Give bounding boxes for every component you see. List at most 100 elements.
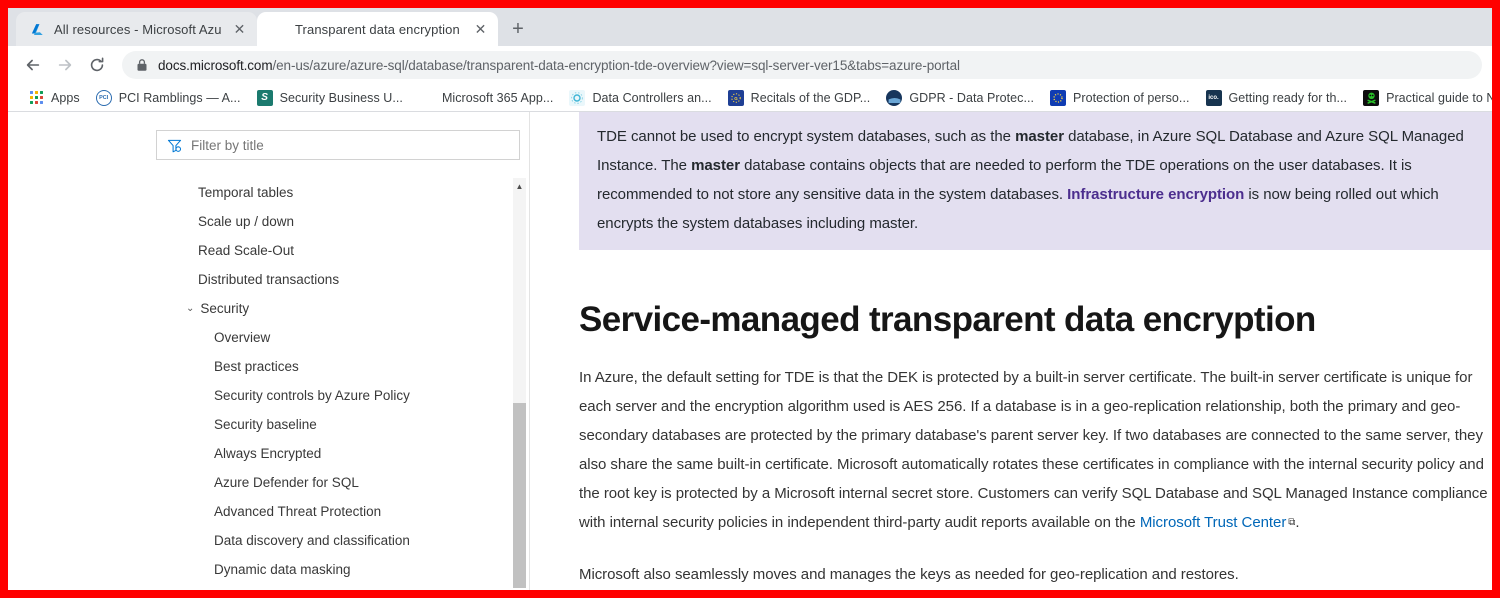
- browser-tab-tde-docs[interactable]: Transparent data encryption - Az ✕: [257, 12, 498, 46]
- filter-icon: [167, 138, 182, 153]
- toc-label: Data discovery and classification: [214, 533, 410, 548]
- article-content: TDE cannot be used to encrypt system dat…: [530, 112, 1492, 590]
- address-bar[interactable]: docs.microsoft.com/en-us/azure/azure-sql…: [122, 51, 1482, 79]
- toc-item-security-baseline[interactable]: Security baseline: [156, 410, 528, 439]
- toc-item-dynamic-data-masking[interactable]: Dynamic data masking: [156, 555, 528, 584]
- bookmark-getting-ready[interactable]: ico. Getting ready for th...: [1198, 87, 1356, 109]
- browser-window: All resources - Microsoft Azure ✕ Transp…: [0, 0, 1500, 598]
- browser-tab-azure[interactable]: All resources - Microsoft Azure ✕: [16, 12, 257, 46]
- toc-scrollbar-thumb[interactable]: [513, 403, 526, 588]
- toc-item-best-practices[interactable]: Best practices: [156, 352, 528, 381]
- lock-icon: [136, 58, 148, 72]
- gdpr-eu-icon: G: [727, 89, 744, 106]
- toc-scrollbar[interactable]: ▲: [513, 178, 526, 588]
- infrastructure-encryption-link[interactable]: Infrastructure encryption: [1067, 186, 1244, 203]
- toc-item-read-scale-out[interactable]: Read Scale-Out: [156, 236, 528, 265]
- note-callout: TDE cannot be used to encrypt system dat…: [579, 112, 1492, 250]
- toc-label: Always Encrypted: [214, 446, 322, 461]
- bookmarks-bar: Apps PCI PCI Ramblings — A... S Security…: [8, 84, 1492, 112]
- bookmark-label: Practical guide to N...: [1386, 90, 1492, 105]
- forward-icon[interactable]: [50, 50, 80, 80]
- paragraph-text-b: .: [1295, 514, 1300, 531]
- address-bar-path: /en-us/azure/azure-sql/database/transpar…: [272, 57, 960, 73]
- bookmark-pci-ramblings[interactable]: PCI PCI Ramblings — A...: [88, 87, 249, 109]
- browser-toolbar: docs.microsoft.com/en-us/azure/azure-sql…: [8, 46, 1492, 84]
- microsoft-icon: [419, 90, 435, 106]
- toc-item-distributed-transactions[interactable]: Distributed transactions: [156, 265, 528, 294]
- close-icon[interactable]: ✕: [231, 21, 248, 38]
- toc-label: Scale up / down: [198, 214, 295, 229]
- note-part-1: TDE cannot be used to encrypt system dat…: [597, 128, 1016, 145]
- toc-label: Security controls by Azure Policy: [214, 388, 410, 403]
- svg-text:G: G: [734, 96, 738, 101]
- paragraph-service-managed: In Azure, the default setting for TDE is…: [579, 363, 1492, 537]
- toc-item-advanced-threat-protection[interactable]: Advanced Threat Protection: [156, 497, 528, 526]
- apps-grid-icon: [30, 90, 44, 105]
- datacontrollers-icon: [569, 89, 586, 106]
- reload-icon[interactable]: [82, 50, 112, 80]
- toc-list: Temporal tables Scale up / down Read Sca…: [156, 178, 528, 588]
- toc-label: Temporal tables: [198, 185, 294, 200]
- chevron-down-icon[interactable]: ⌄: [186, 303, 194, 314]
- filter-input[interactable]: [191, 137, 509, 153]
- pci-icon: PCI: [95, 89, 112, 106]
- bookmark-label: PCI Ramblings — A...: [118, 90, 241, 105]
- bookmark-label: Data Controllers an...: [592, 90, 712, 105]
- toc-item-temporal-tables[interactable]: Temporal tables: [156, 178, 528, 207]
- toc-label: Security baseline: [214, 417, 317, 432]
- skull-icon: [1363, 89, 1380, 106]
- toc-label: Azure Defender for SQL: [214, 475, 359, 490]
- toc-group-sql-vulnerability-assessment[interactable]: › SQL Vulnerability Assessment: [156, 584, 528, 588]
- address-bar-host: docs.microsoft.com: [158, 57, 273, 73]
- ico-icon: ico.: [1205, 89, 1222, 106]
- paragraph-keys-managed: Microsoft also seamlessly moves and mana…: [579, 566, 1239, 583]
- toc-group-security[interactable]: ⌄ Security: [156, 294, 528, 323]
- toc-item-overview[interactable]: Overview: [156, 323, 528, 352]
- toc-item-azure-defender-for-sql[interactable]: Azure Defender for SQL: [156, 468, 528, 497]
- toc-label: Overview: [214, 330, 271, 345]
- tab-title: Transparent data encryption - Az: [295, 21, 463, 37]
- bookmark-recitals-gdpr[interactable]: G Recitals of the GDP...: [720, 87, 879, 109]
- filter-by-title-box[interactable]: [156, 130, 520, 160]
- bookmark-protection-of-personal-data[interactable]: Protection of perso...: [1042, 87, 1197, 109]
- gdpr-globe-icon: [886, 89, 903, 106]
- bookmark-apps[interactable]: Apps: [22, 88, 88, 108]
- bookmark-label: Getting ready for th...: [1228, 90, 1348, 105]
- toc-item-security-controls-by-azure-policy[interactable]: Security controls by Azure Policy: [156, 381, 528, 410]
- toc-label: Distributed transactions: [198, 272, 340, 287]
- new-tab-button[interactable]: +: [504, 15, 532, 43]
- bookmark-label: GDPR - Data Protec...: [909, 90, 1035, 105]
- toc-item-always-encrypted[interactable]: Always Encrypted: [156, 439, 528, 468]
- bookmark-gdpr-data-protection[interactable]: GDPR - Data Protec...: [878, 87, 1042, 109]
- bookmark-label: Security Business U...: [279, 90, 403, 105]
- toc-sidebar: Temporal tables Scale up / down Read Sca…: [156, 112, 528, 590]
- close-icon[interactable]: ✕: [472, 21, 489, 38]
- scroll-up-arrow-icon[interactable]: ▲: [513, 180, 526, 192]
- bookmark-security-business-unit[interactable]: S Security Business U...: [249, 87, 411, 109]
- toc-label: Advanced Threat Protection: [214, 504, 382, 519]
- azure-icon: [29, 21, 45, 37]
- toc-item-scale-up-down[interactable]: Scale up / down: [156, 207, 528, 236]
- toc-label: Security: [200, 301, 250, 316]
- microsoft-icon: [270, 21, 286, 37]
- tab-strip: All resources - Microsoft Azure ✕ Transp…: [8, 8, 1492, 46]
- toc-label: Read Scale-Out: [198, 243, 295, 258]
- note-bold-master-2: master: [691, 157, 740, 174]
- page-content: Temporal tables Scale up / down Read Sca…: [8, 112, 1492, 590]
- note-bold-master-1: master: [1015, 128, 1064, 145]
- bookmark-label: Recitals of the GDP...: [750, 90, 871, 105]
- bookmark-label: Microsoft 365 App...: [441, 90, 554, 105]
- paragraph-text-a: In Azure, the default setting for TDE is…: [579, 369, 1488, 531]
- bookmark-practical-guide[interactable]: Practical guide to N...: [1355, 87, 1492, 109]
- bookmark-label: Protection of perso...: [1073, 90, 1190, 105]
- note-text: TDE cannot be used to encrypt system dat…: [597, 122, 1486, 238]
- microsoft-trust-center-link[interactable]: Microsoft Trust Center: [1140, 514, 1287, 531]
- address-bar-url: docs.microsoft.com/en-us/azure/azure-sql…: [158, 58, 960, 73]
- bookmark-microsoft-365-apps[interactable]: Microsoft 365 App...: [411, 87, 561, 109]
- toc-label: Dynamic data masking: [214, 562, 351, 577]
- toc-label: Best practices: [214, 359, 299, 374]
- sharepoint-icon: S: [256, 89, 273, 106]
- toc-item-data-discovery-and-classification[interactable]: Data discovery and classification: [156, 526, 528, 555]
- back-icon[interactable]: [18, 50, 48, 80]
- bookmark-data-controllers[interactable]: Data Controllers an...: [561, 87, 719, 109]
